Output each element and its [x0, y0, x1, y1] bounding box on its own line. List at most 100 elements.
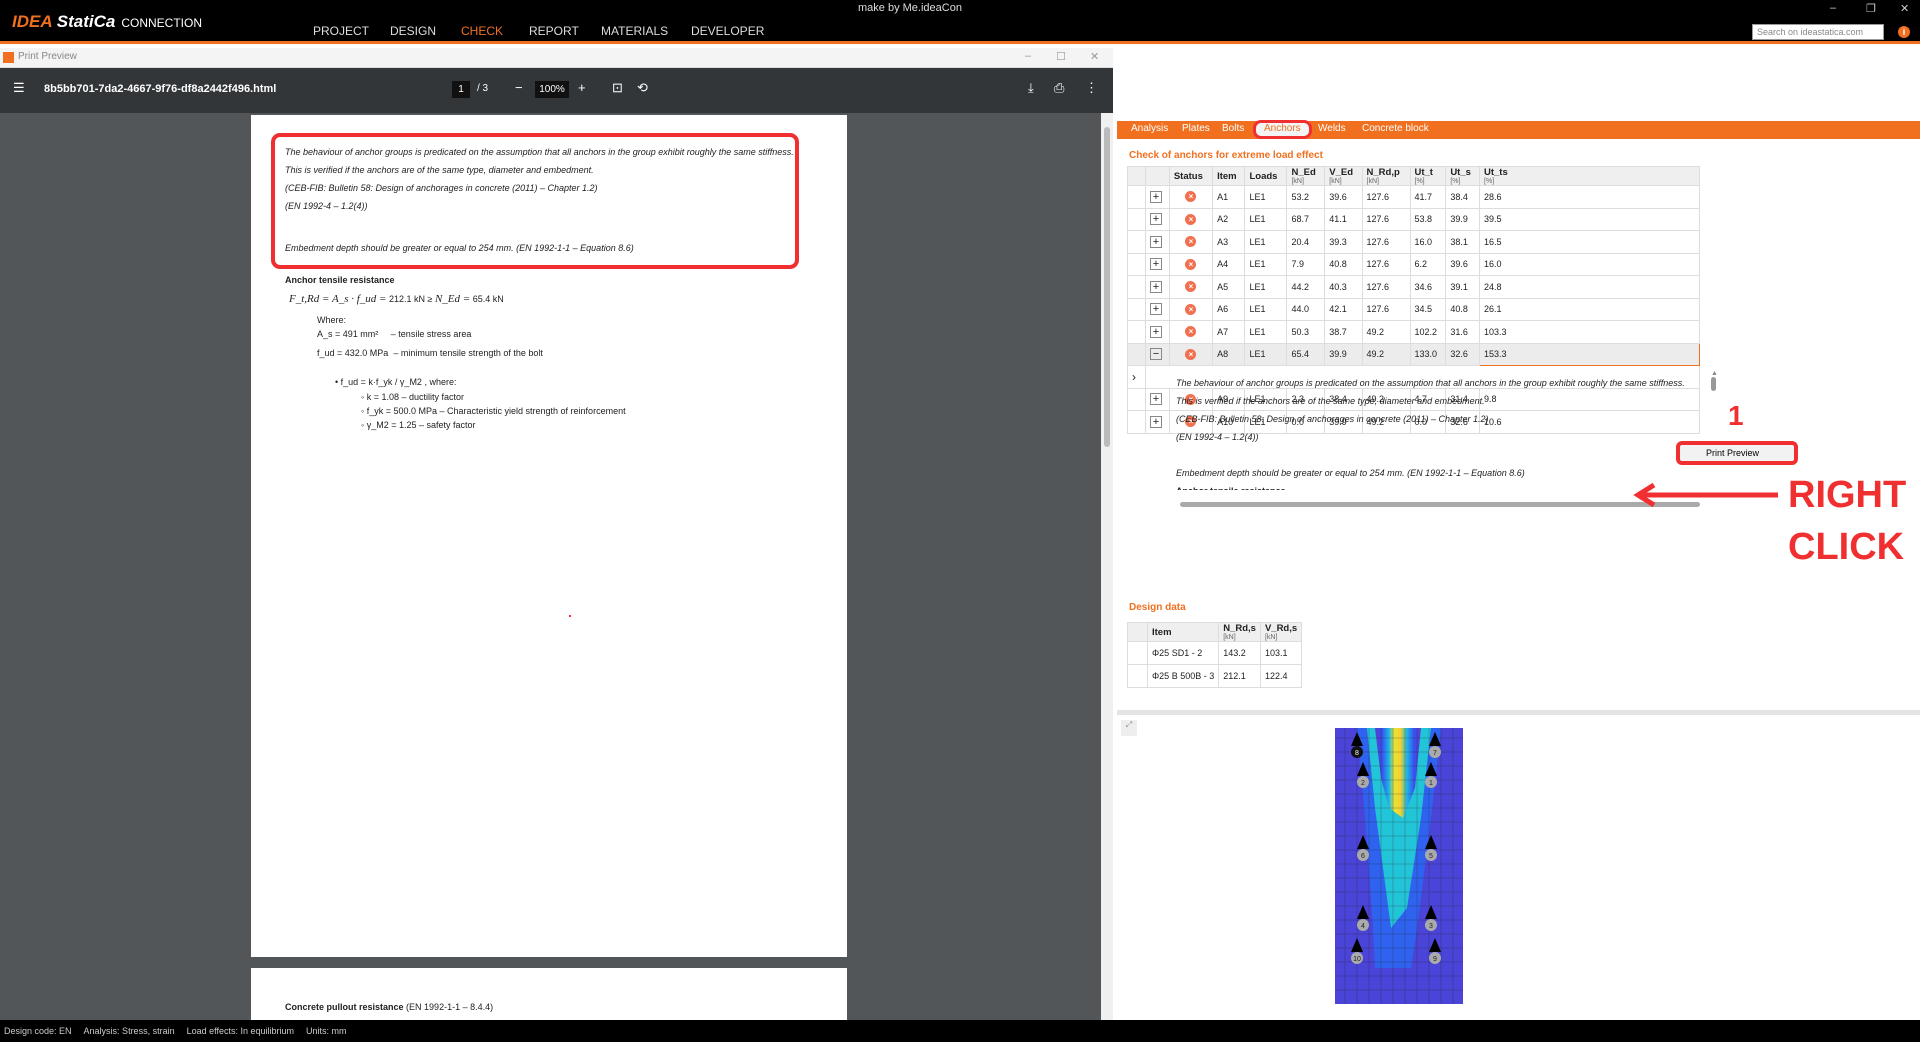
tab-anchors[interactable]: Anchors: [1253, 120, 1312, 139]
column-unit: [%]: [1450, 178, 1461, 185]
expand-button[interactable]: +: [1150, 393, 1162, 406]
table-cell: 153.3: [1479, 342, 1700, 366]
scrollbar-thumb[interactable]: [1104, 127, 1110, 447]
table-cell: LE1: [1244, 207, 1288, 231]
table-row[interactable]: + × A2 LE1 68.7 41.1 127.6 53.8 39.9 39.5: [1127, 207, 1700, 231]
table-cell: 103.3: [1479, 320, 1700, 344]
table-cell: 40.8: [1324, 252, 1363, 276]
expand-button[interactable]: +: [1150, 280, 1162, 293]
splitter[interactable]: [1117, 710, 1920, 715]
error-icon: ×: [1185, 213, 1197, 225]
doc-text: This is verified if the anchors are of t…: [285, 165, 594, 175]
table-cell: 49.2: [1361, 320, 1411, 344]
zoom-level[interactable]: 100%: [535, 81, 569, 98]
column-header[interactable]: Status: [1168, 166, 1214, 186]
expand-cell: +: [1145, 185, 1170, 209]
table-row[interactable]: + × A3 LE1 20.4 39.3 127.6 16.0 38.1 16.5: [1127, 230, 1700, 254]
nav-developer[interactable]: DEVELOPER: [691, 24, 764, 44]
expand-button[interactable]: +: [1150, 325, 1162, 338]
table-cell: 31.6: [1445, 320, 1480, 344]
table-cell: 127.6: [1361, 252, 1411, 276]
nav-materials[interactable]: MATERIALS: [601, 24, 668, 44]
column-header[interactable]: V_Rd,s [kN]: [1259, 622, 1303, 642]
expand-button[interactable]: +: [1150, 213, 1162, 226]
vertical-scrollbar[interactable]: ▲: [1711, 370, 1719, 500]
column-header[interactable]: Loads: [1244, 166, 1288, 186]
collapse-button[interactable]: −: [1150, 348, 1162, 361]
table-row[interactable]: Φ25 SD1 - 2 143.2 103.1: [1127, 641, 1303, 665]
column-header[interactable]: N_Ed [kN]: [1286, 166, 1326, 186]
table-cell: 44.0: [1286, 297, 1326, 321]
context-menu-print-preview[interactable]: Print Preview: [1706, 448, 1759, 458]
tab-analysis[interactable]: Analysis: [1131, 123, 1168, 134]
table-cell: 65.4: [1286, 342, 1326, 366]
table-cell: 53.2: [1286, 185, 1326, 209]
restore-icon[interactable]: ❐: [1866, 2, 1876, 15]
tab-bolts[interactable]: Bolts: [1222, 123, 1244, 134]
tab-plates[interactable]: Plates: [1182, 123, 1210, 134]
column-header[interactable]: Ut_ts [%]: [1479, 166, 1700, 186]
column-header[interactable]: Item: [1212, 166, 1246, 186]
table-row[interactable]: + × A4 LE1 7.9 40.8 127.6 6.2 39.6 16.0: [1127, 252, 1700, 276]
close-icon[interactable]: ✕: [1090, 50, 1099, 63]
maximize-icon[interactable]: ☐: [1056, 50, 1066, 63]
search-input[interactable]: Search on ideastatica.com: [1752, 24, 1884, 40]
tab-concrete-block[interactable]: Concrete block: [1362, 123, 1429, 134]
rotate-icon[interactable]: ⟲: [637, 80, 648, 96]
table-cell: 39.9: [1324, 342, 1363, 366]
table-row[interactable]: + × A5 LE1 44.2 40.3 127.6 34.6 39.1 24.8: [1127, 275, 1700, 299]
column-header[interactable]: N_Rd,p [kN]: [1361, 166, 1411, 186]
nav-report[interactable]: REPORT: [529, 24, 579, 44]
expand-button[interactable]: +: [1150, 190, 1162, 203]
detail-content[interactable]: The behaviour of anchor groups is predic…: [1176, 374, 1716, 490]
print-icon[interactable]: ⎙: [1054, 80, 1064, 96]
more-icon[interactable]: ⋮: [1085, 80, 1098, 96]
nav-project[interactable]: PROJECT: [313, 24, 369, 44]
table-cell: 53.8: [1409, 207, 1447, 231]
expand-button[interactable]: +: [1150, 235, 1162, 248]
column-header[interactable]: V_Ed [kN]: [1324, 166, 1363, 186]
anchor-label: 6: [1361, 853, 1365, 860]
download-icon[interactable]: ⤓: [1028, 80, 1034, 96]
nav-check[interactable]: CHECK: [446, 24, 519, 44]
column-header[interactable]: Ut_s [%]: [1445, 166, 1480, 186]
fit-page-icon[interactable]: ⊡: [612, 80, 623, 96]
horizontal-scrollbar[interactable]: [1180, 502, 1700, 507]
expand-view-icon[interactable]: ⤢: [1121, 720, 1137, 736]
table-row[interactable]: Φ25 B 500B - 3 212.1 122.4: [1127, 664, 1303, 688]
minimize-icon[interactable]: –: [1830, 2, 1836, 14]
status-cell: ×: [1168, 275, 1214, 299]
detail-text: (CEB-FIB: Bulletin 58: Design of anchora…: [1176, 414, 1489, 424]
table-cell: 38.7: [1324, 320, 1363, 344]
print-preview-titlebar: Print Preview: [0, 48, 1113, 68]
table-row[interactable]: − × A8 LE1 65.4 39.9 49.2 133.0 32.6 153.3: [1127, 342, 1700, 366]
table-row[interactable]: + × A6 LE1 44.0 42.1 127.6 34.5 40.8 26.1: [1127, 297, 1700, 321]
expand-button[interactable]: +: [1150, 303, 1162, 316]
column-header[interactable]: N_Rd,s [kN]: [1218, 622, 1261, 642]
expand-cell: +: [1145, 275, 1170, 299]
zoom-out-button[interactable]: −: [515, 80, 523, 95]
table-cell: A5: [1212, 275, 1246, 299]
anchor-label: 5: [1429, 853, 1433, 860]
zoom-in-button[interactable]: +: [578, 80, 586, 95]
nav-design[interactable]: DESIGN: [390, 24, 436, 44]
table-row[interactable]: + × A1 LE1 53.2 39.6 127.6 41.7 38.4 28.6: [1127, 185, 1700, 209]
menu-icon[interactable]: ☰: [13, 80, 25, 96]
minimize-icon[interactable]: –: [1025, 50, 1031, 62]
expand-button[interactable]: +: [1150, 415, 1162, 428]
expand-button[interactable]: +: [1150, 258, 1162, 271]
tab-welds[interactable]: Welds: [1318, 123, 1346, 134]
page-number-input[interactable]: 1: [452, 81, 470, 98]
info-icon[interactable]: i: [1898, 26, 1910, 38]
status-bar: Design code: EN Analysis: Stress, strain L…: [0, 1020, 1920, 1042]
table-cell: A1: [1212, 185, 1246, 209]
column-header[interactable]: Item: [1146, 622, 1220, 642]
equation: f_ud = 432.0 MPa: [317, 348, 389, 358]
column-header[interactable]: Ut_t [%]: [1409, 166, 1447, 186]
column-header-label: N_Ed: [1291, 167, 1316, 178]
detail-text: This is verified if the anchors are of t…: [1176, 396, 1485, 406]
column-header-label: Loads: [1249, 170, 1278, 182]
table-row[interactable]: + × A7 LE1 50.3 38.7 49.2 102.2 31.6 103.3: [1127, 320, 1700, 344]
close-icon[interactable]: ✕: [1900, 2, 1909, 15]
scrollbar[interactable]: [1101, 113, 1113, 1020]
